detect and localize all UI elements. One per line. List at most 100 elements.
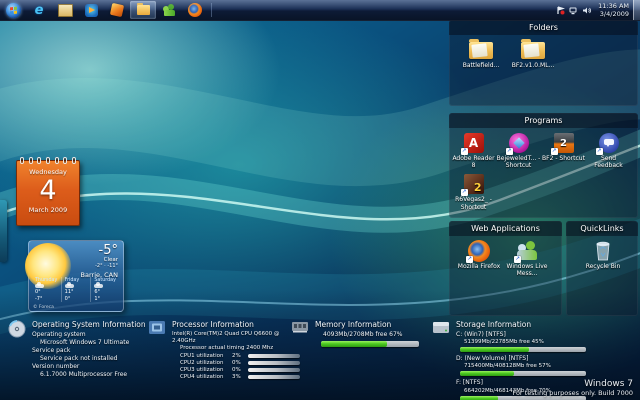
taskbar: e 11:36 AM 3/4/2009 [0,0,640,21]
shortcut-arrow-icon: ↗ [596,148,603,155]
weather-forecast: Thursday 0° -7° Friday 11° 0° Saturday 6… [32,277,120,302]
os-info-panel: Operating System Information Operating s… [8,320,148,380]
storage-drive-icon [432,320,450,335]
cpu-utilization-row: CPU3 utilization 0% [180,366,300,373]
shortcut-arrow-icon: ↗ [461,189,468,196]
drive-usage-text: 51399Mb/22785Mb free 45% [464,339,586,346]
orange-app-button[interactable] [104,1,130,19]
cpu-utilization-row: CPU4 utilization 3% [180,373,300,380]
watermark-build-text: For testing purposes only. Build 7000 [512,389,633,397]
desktop-item-bf2-shortcut[interactable]: 2↗ BF2 - Shortcut [541,132,586,169]
windows-orb-icon [6,3,21,18]
taskbar-apps: e [0,0,215,20]
media-player-icon [85,4,98,17]
fence-web-applications-title[interactable]: Web Applications [449,221,562,236]
notes-button[interactable] [52,1,78,19]
desktop-item-live-messenger[interactable]: ↗ Windows Live Mess... [503,240,551,277]
desktop-item-firefox[interactable]: ↗ Mozilla Firefox [455,240,503,277]
taskbar-tray: 11:36 AM 3/4/2009 [556,0,640,20]
cpu-usage-bar [248,361,300,365]
desktop-item-send-feedback[interactable]: ↗ Send Feedback [586,132,631,169]
firefox-icon [188,3,202,17]
shortcut-arrow-icon: ↗ [551,148,558,155]
processor-info-panel: Processor Information Intel(R) Core(TM)2… [148,320,288,380]
cpu-usage-bar [248,354,300,358]
folder-icon [137,5,150,15]
network-icon[interactable] [569,6,578,15]
drive-usage-bar [460,347,586,352]
calendar-spiral [20,157,76,164]
memory-usage-text: 4093Mb/2708Mb free 67% [323,331,419,339]
os-row-value: Microsoft Windows 7 Ultimate [40,339,146,347]
messenger-button[interactable] [156,1,182,19]
desktop-item-bf2-folder[interactable]: BF2.v1.0.ML... [507,39,559,69]
desktop-item-battlefield-folder[interactable]: Battlefield... [455,39,507,69]
weather-attribution: © Foreca [33,305,54,310]
os-info-title: Operating System Information [32,320,146,329]
shortcut-arrow-icon: ↗ [514,256,521,263]
fence-web-applications: Web Applications ↗ Mozilla Firefox ↗ Win… [449,221,562,316]
watermark-os-name: Windows 7 [512,379,633,389]
action-center-flag-icon[interactable] [556,6,565,15]
desktop-item-recycle-bin[interactable]: Recycle Bin [575,240,631,270]
drive-usage-bar [460,371,586,376]
weather-current-temp: -5° [81,244,118,257]
shortcut-arrow-icon: ↗ [461,148,468,155]
os-row-value: Service pack not installed [40,355,146,363]
cpu-chip-icon [148,320,166,336]
cpu-usage-bar [248,368,300,372]
forecast-day-1[interactable]: Thursday 0° -7° [32,277,61,302]
recycle-bin-icon [594,240,612,262]
weather-gadget[interactable]: -5° Clear -2° · -11° Barrie, CAN Thursda… [28,240,124,312]
explorer-button-active[interactable] [130,1,156,19]
notes-icon [58,4,73,17]
fence-programs-title[interactable]: Programs [449,113,638,128]
forecast-day-2[interactable]: Friday 11° 0° [61,277,91,302]
folder-icon [521,42,545,59]
fence-folders-title[interactable]: Folders [449,20,638,35]
processor-model: Intel(R) Core(TM)2 Quad CPU Q6600 @ 2.40… [172,331,300,345]
weather-high-low: -2° · -11° [81,263,118,269]
messenger-icon [163,4,176,17]
clock-time: 11:36 AM [598,2,629,10]
cloud-icon [65,284,74,288]
fence-quicklinks: QuickLinks Recycle Bin [566,221,638,316]
fence-programs: Programs A↗ Adobe Reader 8 ↗ BejeweledT.… [449,113,638,218]
processor-info-title: Processor Information [172,320,300,329]
shortcut-arrow-icon: ↗ [506,148,513,155]
orange-app-icon [110,3,124,17]
processor-timing: Processor actual timing 2400 Mhz [180,345,300,352]
internet-explorer-button[interactable]: e [26,1,52,19]
fence-quicklinks-title[interactable]: QuickLinks [566,221,638,236]
clock-date: 3/4/2009 [598,10,629,18]
drive-name: C: (Win7) [NTFS] [456,331,586,339]
desktop-item-r6vegas2[interactable]: 2↗ R6Vegas2_ - Shortcut [451,173,496,210]
taskbar-separator [211,3,212,17]
media-player-button[interactable] [78,1,104,19]
shortcut-arrow-icon: ↗ [466,256,473,263]
desktop-item-adobe-reader[interactable]: A↗ Adobe Reader 8 [451,132,496,169]
desktop-item-bejeweled[interactable]: ↗ BejeweledT... - Shortcut [496,132,541,169]
build-watermark: Windows 7 For testing purposes only. Bui… [512,379,633,397]
volume-icon[interactable] [582,6,592,15]
memory-info-panel: Memory Information 4093Mb/2708Mb free 67… [291,320,426,347]
calendar-month-year: March 2009 [17,206,79,214]
start-button[interactable] [0,1,26,19]
cpu-usage-bar [248,375,300,379]
internet-explorer-icon: e [35,4,44,17]
show-desktop-button[interactable] [633,0,640,20]
fence-folders: Folders Battlefield... BF2.v1.0.ML... [449,20,638,106]
os-row-label: Operating system [32,331,146,339]
firefox-button[interactable] [182,1,208,19]
os-row-value: 6.1.7000 Multiprocessor Free [40,371,146,379]
forecast-day-3[interactable]: Saturday 6° 1° [90,277,120,302]
memory-info-title: Memory Information [315,320,419,329]
os-row-label: Version number [32,363,146,371]
os-row-label: Service pack [32,347,146,355]
folder-icon [469,42,493,59]
sidebar-handle[interactable] [0,200,7,262]
memory-ram-icon [291,320,309,334]
calendar-gadget[interactable]: Wednesday 4 March 2009 [16,160,80,226]
cloud-icon [94,284,103,288]
taskbar-clock[interactable]: 11:36 AM 3/4/2009 [598,2,629,18]
